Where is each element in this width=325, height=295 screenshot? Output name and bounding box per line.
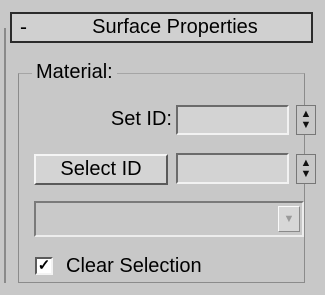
set-id-spinner[interactable]: ▲ ▼	[296, 105, 316, 135]
spinner-down-icon[interactable]: ▼	[301, 120, 312, 131]
rollout-title[interactable]: Surface Properties	[47, 14, 303, 41]
select-id-input[interactable]	[176, 153, 289, 184]
collapse-toggle[interactable]: -	[20, 14, 27, 41]
dropdown-button[interactable]: ▼	[278, 206, 300, 232]
set-id-input[interactable]	[176, 105, 289, 135]
material-group-label: Material:	[32, 60, 117, 84]
spinner-down-icon[interactable]: ▼	[301, 169, 312, 180]
set-id-label: Set ID:	[110, 108, 172, 130]
surface-properties-panel: - Surface Properties Material: Set ID: ▲…	[0, 0, 325, 295]
checkmark-icon: ✓	[37, 257, 51, 275]
rollout-header[interactable]: - Surface Properties	[10, 12, 313, 43]
select-id-button[interactable]: Select ID	[34, 154, 168, 185]
material-dropdown[interactable]: ▼	[34, 201, 304, 237]
clear-selection-checkbox[interactable]: ✓	[35, 257, 53, 275]
clear-selection-label[interactable]: Clear Selection	[66, 253, 202, 279]
chevron-down-icon: ▼	[283, 213, 295, 225]
select-id-spinner[interactable]: ▲ ▼	[296, 154, 316, 184]
rollout-left-border	[4, 28, 6, 283]
